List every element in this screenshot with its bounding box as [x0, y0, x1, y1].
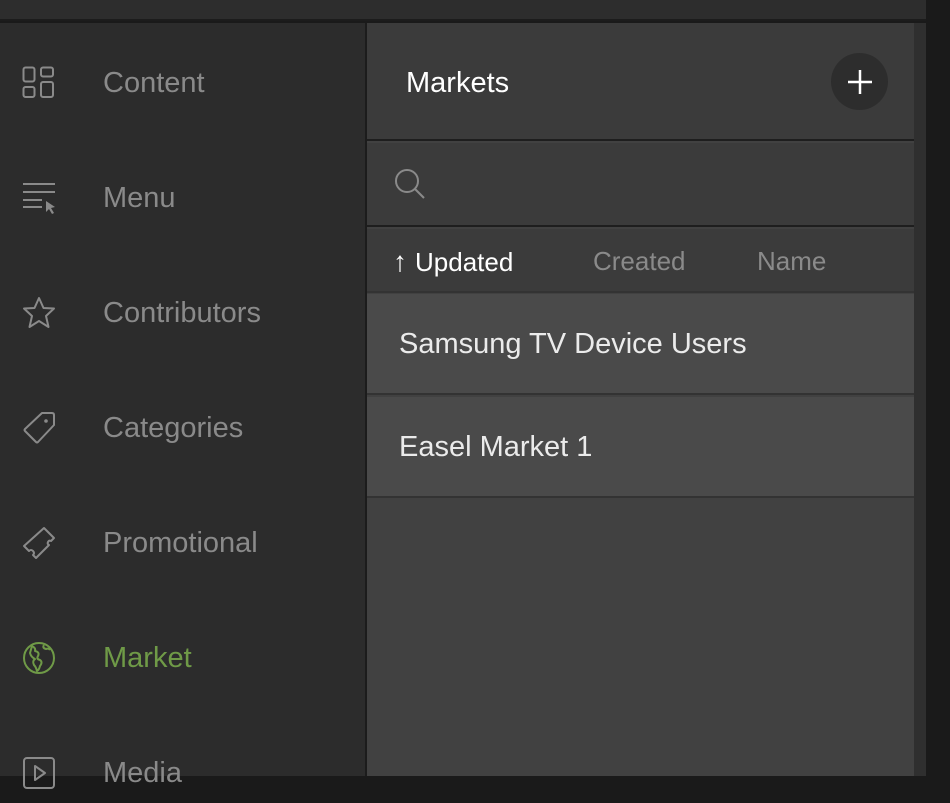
sort-label: Created — [593, 246, 686, 276]
list-item[interactable]: Samsung TV Device Users — [367, 294, 914, 395]
market-name: Easel Market 1 — [399, 431, 593, 463]
menu-cursor-icon — [22, 181, 56, 215]
star-icon — [22, 296, 56, 330]
sort-updated[interactable]: ↑ Updated — [393, 246, 513, 278]
globe-icon — [22, 641, 56, 675]
ticket-icon — [22, 526, 56, 560]
search-bar — [367, 143, 914, 227]
sidebar-item-contributors[interactable]: Contributors — [0, 283, 365, 343]
page-title: Markets — [406, 67, 510, 99]
markets-panel: Markets ↑ Updated Created Name Samsung T… — [367, 23, 914, 776]
sidebar-item-label: Promotional — [103, 526, 258, 559]
sidebar: Content Menu Contributors Categories Pro… — [0, 23, 365, 789]
search-input[interactable] — [439, 161, 889, 207]
sidebar-item-label: Media — [103, 756, 182, 789]
list-item[interactable]: Easel Market 1 — [367, 397, 914, 498]
market-name: Samsung TV Device Users — [399, 328, 747, 360]
sidebar-item-label: Market — [103, 641, 192, 674]
sort-name[interactable]: Name — [757, 246, 826, 277]
sidebar-item-content[interactable]: Content — [0, 53, 365, 113]
grid-icon — [22, 66, 56, 100]
sidebar-item-label: Categories — [103, 411, 244, 444]
sidebar-item-label: Contributors — [103, 296, 261, 329]
sort-bar: ↑ Updated Created Name — [367, 229, 914, 293]
sidebar-item-menu[interactable]: Menu — [0, 168, 365, 228]
sort-label: Name — [757, 246, 827, 276]
sort-ascending-icon: ↑ — [393, 246, 407, 277]
panel-header: Markets — [367, 23, 914, 141]
sort-label: Updated — [415, 246, 514, 277]
top-bar — [0, 0, 926, 21]
sidebar-item-media[interactable]: Media — [0, 743, 365, 803]
sidebar-item-market[interactable]: Market — [0, 628, 365, 688]
sidebar-item-label: Content — [103, 66, 205, 99]
sidebar-item-promotional[interactable]: Promotional — [0, 513, 365, 573]
sort-created[interactable]: Created — [593, 246, 686, 277]
plus-icon — [847, 69, 872, 94]
add-market-button[interactable] — [831, 53, 888, 110]
search-icon — [395, 169, 425, 199]
sidebar-item-categories[interactable]: Categories — [0, 398, 365, 458]
play-icon — [22, 756, 56, 790]
scrollbar-track[interactable] — [914, 23, 926, 776]
sidebar-item-label: Menu — [103, 181, 176, 214]
tag-icon — [22, 411, 56, 445]
